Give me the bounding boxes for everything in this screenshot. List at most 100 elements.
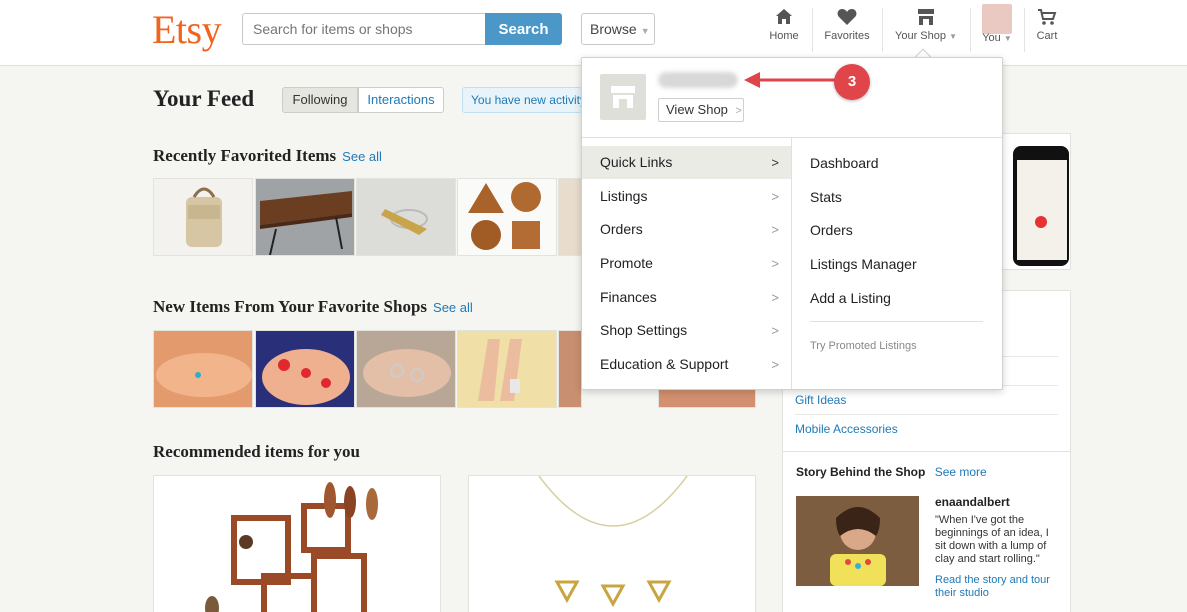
- dropdown-item-promote[interactable]: Promote >: [582, 247, 791, 280]
- shop-item-thumb[interactable]: [558, 330, 582, 408]
- chevron-right-icon: >: [771, 256, 779, 271]
- nav-your-shop-label: Your Shop: [895, 30, 946, 42]
- chevron-down-icon: ▼: [1003, 34, 1012, 43]
- chevron-right-icon: >: [771, 323, 779, 338]
- favorite-item-thumb[interactable]: [153, 178, 253, 256]
- divider: [810, 321, 983, 322]
- story-quote: "When I've got the beginnings of an idea…: [935, 514, 1049, 565]
- dropdown-item-label: Shop Settings: [600, 322, 688, 338]
- section-title: New Items From Your Favorite Shops: [153, 297, 428, 316]
- section-recommended: Recommended items for you: [153, 442, 360, 461]
- nav-cart[interactable]: Cart: [1030, 8, 1064, 54]
- activity-notice[interactable]: You have new activity!: [462, 87, 582, 113]
- search-input[interactable]: [242, 13, 486, 45]
- chevron-right-icon: >: [735, 105, 742, 117]
- favorite-item-thumb[interactable]: [356, 178, 456, 256]
- avatar: [982, 4, 1012, 34]
- see-all-link[interactable]: See all: [342, 149, 382, 164]
- nav-divider: [882, 8, 883, 52]
- favorite-item-thumb[interactable]: [558, 178, 582, 256]
- nav-home[interactable]: Home: [764, 8, 804, 54]
- section-recently-favorited: Recently Favorited Items See all: [153, 146, 382, 166]
- chevron-right-icon: >: [771, 357, 779, 372]
- quick-link-add-listing[interactable]: Add a Listing: [810, 290, 891, 306]
- quick-link-dashboard[interactable]: Dashboard: [810, 155, 879, 171]
- nav-favorites[interactable]: Favorites: [820, 8, 874, 54]
- shop-item-thumb[interactable]: [255, 330, 355, 408]
- view-shop-label: View Shop: [666, 102, 728, 117]
- see-all-link[interactable]: See all: [433, 300, 473, 315]
- shop-icon: [890, 8, 962, 30]
- story-panel: Story Behind the Shop See more enaandalb…: [782, 452, 1071, 612]
- view-shop-button[interactable]: View Shop >: [658, 98, 744, 122]
- story-heading-text: Story Behind the Shop: [796, 465, 926, 479]
- dropdown-item-orders[interactable]: Orders >: [582, 213, 791, 246]
- nav-your-shop[interactable]: Your Shop ▼: [890, 8, 962, 54]
- tab-interactions[interactable]: Interactions: [358, 87, 444, 113]
- story-shop-photo[interactable]: [796, 496, 919, 586]
- etsy-logo[interactable]: Etsy: [152, 6, 222, 53]
- nav-divider: [812, 8, 813, 52]
- section-title: Recently Favorited Items: [153, 146, 337, 165]
- favorite-item-thumb[interactable]: [457, 178, 557, 256]
- nav-you[interactable]: You ▼: [976, 4, 1018, 54]
- nav-cart-label: Cart: [1036, 30, 1058, 42]
- try-promoted-listings-link[interactable]: Try Promoted Listings: [810, 340, 917, 352]
- callout-badge: 3: [834, 64, 870, 100]
- phone-image: [1013, 146, 1069, 266]
- category-link-gift-ideas[interactable]: Gift Ideas: [795, 393, 846, 407]
- quick-link-stats[interactable]: Stats: [810, 189, 842, 205]
- story-heading: Story Behind the Shop See more: [796, 465, 987, 479]
- chevron-down-icon: ▼: [949, 32, 957, 41]
- chevron-down-icon: ▼: [640, 26, 650, 36]
- browse-button[interactable]: Browse ▼: [581, 13, 655, 45]
- shop-icon: [609, 84, 637, 115]
- cart-icon: [1030, 8, 1064, 30]
- home-icon: [764, 8, 804, 30]
- nav-divider: [970, 8, 971, 52]
- dropdown-item-label: Promote: [600, 255, 653, 271]
- heart-icon: [820, 8, 874, 30]
- nav-favorites-label: Favorites: [824, 30, 870, 42]
- chevron-right-icon: >: [771, 189, 779, 204]
- shop-name-blurred: [658, 72, 738, 88]
- quick-link-orders[interactable]: Orders: [810, 222, 853, 238]
- quick-link-listings-manager[interactable]: Listings Manager: [810, 256, 917, 272]
- shop-item-thumb[interactable]: [153, 330, 253, 408]
- dropdown-item-education-support[interactable]: Education & Support >: [582, 348, 791, 381]
- section-new-items: New Items From Your Favorite Shops See al…: [153, 297, 473, 317]
- story-shop-name[interactable]: enaandalbert: [935, 495, 1010, 509]
- dropdown-item-label: Quick Links: [600, 154, 673, 170]
- dropdown-item-label: Finances: [600, 289, 657, 305]
- dropdown-item-label: Listings: [600, 188, 648, 204]
- divider: [795, 414, 1058, 415]
- nav-home-label: Home: [769, 30, 799, 42]
- chevron-right-icon: >: [771, 290, 779, 305]
- shop-avatar[interactable]: [600, 74, 646, 120]
- divider: [791, 138, 792, 389]
- dropdown-item-finances[interactable]: Finances >: [582, 281, 791, 314]
- tab-following[interactable]: Following: [282, 87, 358, 113]
- nav-divider: [1024, 8, 1025, 52]
- shop-item-thumb[interactable]: [457, 330, 557, 408]
- divider: [582, 137, 1002, 138]
- story-read-link[interactable]: Read the story and tour their studio: [935, 574, 1059, 600]
- page-title: Your Feed: [153, 86, 255, 111]
- dropdown-item-shop-settings[interactable]: Shop Settings >: [582, 314, 791, 347]
- recommended-item-card[interactable]: [468, 475, 756, 612]
- see-more-link[interactable]: See more: [935, 465, 987, 479]
- category-link-mobile-accessories[interactable]: Mobile Accessories: [795, 422, 898, 436]
- callout-arrow: [744, 70, 840, 99]
- recommended-item-card[interactable]: [153, 475, 441, 612]
- nav-you-label: You: [982, 32, 1001, 44]
- chevron-right-icon: >: [771, 222, 779, 237]
- dropdown-item-label: Education & Support: [600, 356, 729, 372]
- favorite-item-thumb[interactable]: [255, 178, 355, 256]
- chevron-right-icon: >: [771, 155, 779, 170]
- browse-label: Browse: [590, 21, 637, 37]
- search-button[interactable]: Search: [485, 13, 562, 45]
- dropdown-item-label: Orders: [600, 221, 643, 237]
- shop-item-thumb[interactable]: [356, 330, 456, 408]
- dropdown-item-listings[interactable]: Listings >: [582, 180, 791, 213]
- dropdown-item-quick-links[interactable]: Quick Links >: [582, 146, 791, 179]
